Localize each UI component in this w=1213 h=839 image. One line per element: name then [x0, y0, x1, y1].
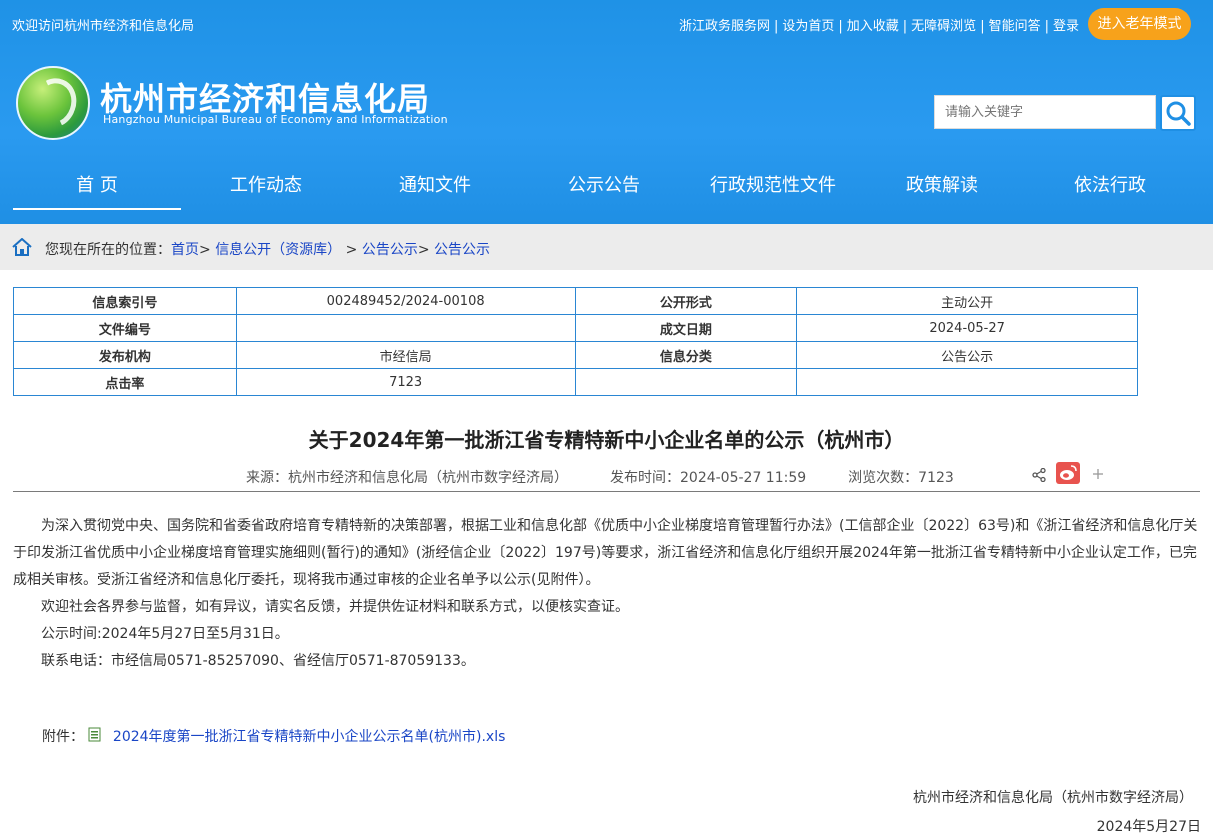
- article-meta: 来源：杭州市经济和信息化局（杭州市数字经济局） 发布时间：2024-05-27 1…: [246, 467, 996, 487]
- share-icon[interactable]: [1032, 468, 1046, 482]
- search-button[interactable]: [1160, 95, 1196, 131]
- breadcrumb-current[interactable]: 公告公示: [434, 242, 490, 258]
- search-box: [934, 95, 1156, 129]
- site-subtitle: Hangzhou Municipal Bureau of Economy and…: [103, 113, 448, 126]
- breadcrumb-home[interactable]: 首页: [171, 242, 199, 258]
- breadcrumb-bar: 您现在所在的位置：首页> 信息公开（资源库） > 公告公示> 公告公示: [0, 224, 1213, 270]
- meta-value: [235, 314, 576, 342]
- meta-value: 市经信局: [235, 341, 576, 369]
- article-paragraph: 为深入贯彻党中央、国务院和省委省政府培育专精特新的决策部署，根据工业和信息化部《…: [13, 518, 1198, 588]
- meta-key: 信息分类: [574, 341, 798, 369]
- top-link-set-homepage[interactable]: 设为首页: [782, 19, 834, 34]
- nav-policy-interpretation[interactable]: 政策解读: [858, 160, 1026, 210]
- breadcrumb: 您现在所在的位置：首页> 信息公开（资源库） > 公告公示> 公告公示: [45, 242, 491, 258]
- table-row: 文件编号 成文日期 2024-05-27: [13, 314, 1138, 342]
- nav-notices[interactable]: 通知文件: [351, 160, 519, 210]
- article-paragraph: 欢迎社会各界参与监督，如有异议，请实名反馈，并提供佐证材料和联系方式，以便核实查…: [41, 599, 629, 615]
- table-row: 点击率 7123: [13, 368, 1138, 396]
- nav-law-admin[interactable]: 依法行政: [1027, 160, 1193, 210]
- weibo-icon[interactable]: [1056, 462, 1080, 484]
- top-link-add-favorite[interactable]: 加入收藏: [847, 19, 899, 34]
- article-publish-time: 发布时间：2024-05-27 11:59: [610, 470, 807, 486]
- top-link-smart-qa[interactable]: 智能问答: [989, 19, 1041, 34]
- plus-icon[interactable]: [1092, 468, 1104, 480]
- title-divider: [13, 491, 1200, 492]
- meta-key: 点击率: [13, 368, 237, 396]
- article-signature: 杭州市经济和信息化局（杭州市数字经济局）: [913, 790, 1193, 806]
- share-toolbar: [1032, 462, 1112, 486]
- nav-home[interactable]: 首 页: [13, 160, 181, 210]
- nav-work-news[interactable]: 工作动态: [182, 160, 350, 210]
- excel-file-icon: [88, 727, 101, 742]
- elder-mode-button[interactable]: 进入老年模式: [1088, 8, 1191, 40]
- welcome-text: 欢迎访问杭州市经济和信息化局: [12, 19, 195, 34]
- attachment-link[interactable]: 2024年度第一批浙江省专精特新中小企业公示名单(杭州市).xls: [113, 729, 505, 745]
- nav-announcements[interactable]: 公示公告: [520, 160, 688, 210]
- article-body: 为深入贯彻党中央、国务院和省委省政府培育专精特新的决策部署，根据工业和信息化部《…: [13, 513, 1203, 675]
- meta-key: 发布机构: [13, 341, 237, 369]
- info-meta-table: 信息索引号 002489452/2024-00108 公开形式 主动公开 文件编…: [13, 287, 1138, 396]
- article-views: 浏览次数：7123: [848, 470, 954, 486]
- meta-value: [796, 368, 1138, 396]
- breadcrumb-prefix: 您现在所在的位置：: [45, 242, 171, 258]
- search-input[interactable]: [935, 96, 1155, 128]
- top-link-accessibility[interactable]: 无障碍浏览: [911, 19, 976, 34]
- top-link-zjzwfw[interactable]: 浙江政务服务网: [679, 19, 770, 34]
- site-logo-icon: [16, 66, 90, 140]
- article-date: 2024年5月27日: [1096, 819, 1201, 835]
- meta-value: 2024-05-27: [796, 314, 1138, 342]
- breadcrumb-announcements[interactable]: 公告公示: [362, 242, 418, 258]
- top-link-login[interactable]: 登录: [1053, 19, 1079, 34]
- home-icon: [12, 238, 32, 256]
- attachment-label: 附件：: [42, 729, 84, 745]
- site-header: 欢迎访问杭州市经济和信息化局 浙江政务服务网 | 设为首页 | 加入收藏 | 无障碍浏览 | 智…: [0, 0, 1213, 224]
- nav-normative-docs[interactable]: 行政规范性文件: [689, 160, 857, 210]
- meta-value: 公告公示: [796, 341, 1138, 369]
- meta-key: 公开形式: [574, 287, 798, 315]
- article-title: 关于2024年第一批浙江省专精特新中小企业名单的公示（杭州市）: [308, 428, 905, 452]
- article-paragraph: 联系电话：市经信局0571-85257090、省经信厅0571-87059133…: [41, 653, 475, 669]
- main-nav: 首 页 工作动态 通知文件 公示公告 行政规范性文件 政策解读 依法行政: [0, 160, 1213, 212]
- search-icon: [1166, 101, 1191, 126]
- top-links: 浙江政务服务网 | 设为首页 | 加入收藏 | 无障碍浏览 | 智能问答 | 登录: [678, 19, 1079, 34]
- meta-key: 成文日期: [574, 314, 798, 342]
- meta-key: 信息索引号: [13, 287, 237, 315]
- meta-key: 文件编号: [13, 314, 237, 342]
- meta-value: 002489452/2024-00108: [235, 287, 576, 315]
- article-source: 来源：杭州市经济和信息化局（杭州市数字经济局）: [246, 470, 568, 486]
- meta-key: [574, 368, 798, 396]
- table-row: 发布机构 市经信局 信息分类 公告公示: [13, 341, 1138, 369]
- table-row: 信息索引号 002489452/2024-00108 公开形式 主动公开: [13, 287, 1138, 315]
- attachment: 附件： 2024年度第一批浙江省专精特新中小企业公示名单(杭州市).xls: [42, 726, 505, 746]
- breadcrumb-info-public[interactable]: 信息公开（资源库）: [215, 242, 341, 258]
- meta-value: 7123: [235, 368, 576, 396]
- article-paragraph: 公示时间:2024年5月27日至5月31日。: [41, 626, 289, 642]
- meta-value: 主动公开: [796, 287, 1138, 315]
